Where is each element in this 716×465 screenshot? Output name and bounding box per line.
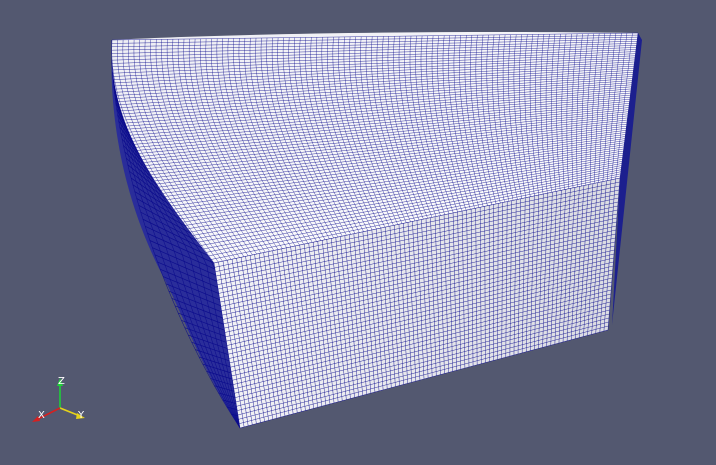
y-axis-label: Y (77, 410, 85, 421)
mesh-scene[interactable]: Z Y X (0, 0, 716, 465)
x-axis-label: X (38, 410, 45, 421)
render-viewport[interactable]: Z Y X (0, 0, 716, 465)
orientation-axes: Z Y X (32, 376, 85, 422)
z-axis-label: Z (58, 376, 65, 387)
wedge-mesh[interactable] (111, 31, 642, 429)
